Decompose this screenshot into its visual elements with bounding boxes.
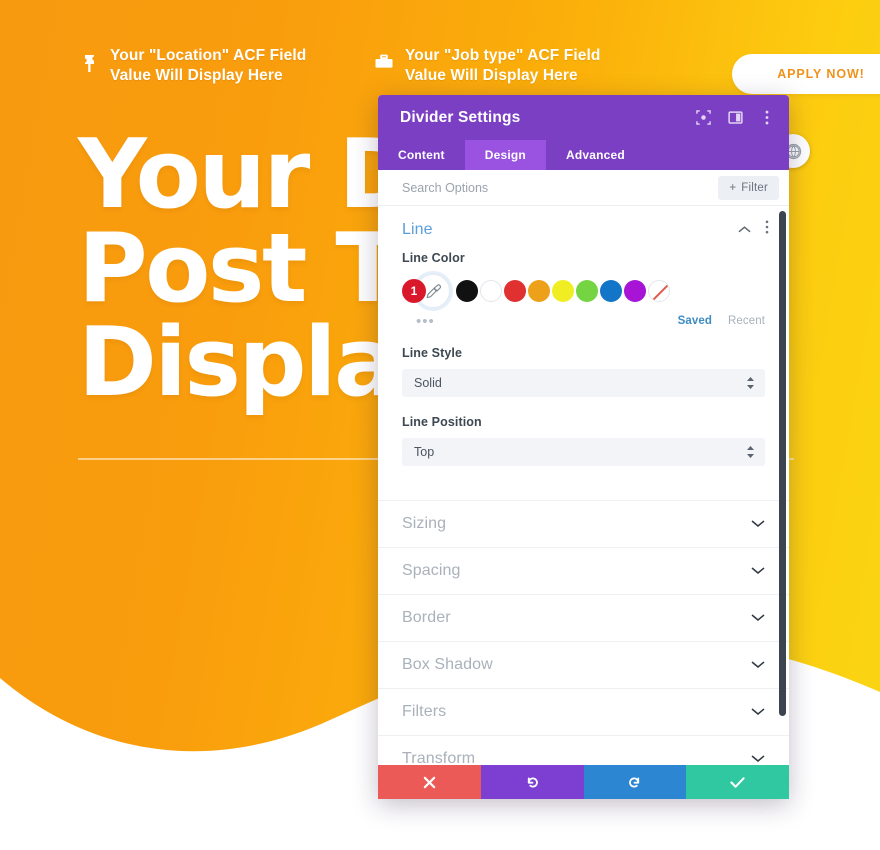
section-row-spacing[interactable]: Spacing <box>378 547 789 594</box>
redo-icon <box>629 776 640 788</box>
modal-header-icons <box>695 110 775 126</box>
chevron-down-icon <box>751 656 765 674</box>
select-arrows-icon <box>746 376 755 390</box>
line-color-label: Line Color <box>402 251 465 265</box>
status-badge: 1 <box>402 279 426 303</box>
swatch-red[interactable] <box>504 280 526 302</box>
section-header-line[interactable]: Line <box>378 206 789 251</box>
close-icon <box>423 776 436 788</box>
color-picker-control: 1 <box>402 274 452 308</box>
section-title-line: Line <box>402 220 433 238</box>
swatch-white[interactable] <box>480 280 502 302</box>
swatch-green[interactable] <box>576 280 598 302</box>
line-style-select[interactable]: Solid <box>402 369 765 397</box>
kebab-menu-icon[interactable] <box>765 220 769 239</box>
chevron-down-icon <box>751 515 765 533</box>
checkmark-icon <box>730 776 745 788</box>
briefcase-icon <box>373 46 395 80</box>
swatch-yellow[interactable] <box>552 280 574 302</box>
hero-meta-row: Your "Location" ACF Field Value Will Dis… <box>78 46 600 86</box>
chevron-up-icon[interactable] <box>738 221 751 239</box>
chevron-down-icon <box>751 609 765 627</box>
filter-button[interactable]: + Filter <box>718 175 779 200</box>
color-sub-row: ••• Saved Recent <box>378 308 789 330</box>
preset-swatches <box>456 280 672 302</box>
divider-settings-modal: Divider Settings Content Design Advanced… <box>378 95 789 799</box>
search-input[interactable] <box>402 180 719 195</box>
modal-action-bar <box>378 765 789 799</box>
section-label-border: Border <box>402 609 451 626</box>
modal-tabs: Content Design Advanced <box>378 140 789 170</box>
undo-button[interactable] <box>480 765 584 799</box>
meta-item-location: Your "Location" ACF Field Value Will Dis… <box>78 46 373 86</box>
field-line-style: Line Style Solid <box>378 346 789 397</box>
section-label-sizing: Sizing <box>402 515 447 532</box>
meta-label-location: Your "Location" ACF Field Value Will Dis… <box>110 47 307 84</box>
tab-design[interactable]: Design <box>464 140 546 170</box>
tab-saved-colors[interactable]: Saved <box>678 315 712 327</box>
chevron-down-icon <box>751 703 765 721</box>
line-style-label: Line Style <box>402 346 463 360</box>
section-row-border[interactable]: Border <box>378 594 789 641</box>
modal-scrollbar[interactable] <box>779 211 786 716</box>
modal-header: Divider Settings <box>378 95 789 140</box>
redo-button[interactable] <box>583 765 687 799</box>
more-colors-icon[interactable]: ••• <box>416 314 662 329</box>
undo-icon <box>527 776 538 788</box>
section-label-spacing: Spacing <box>402 562 461 579</box>
line-position-label: Line Position <box>402 415 482 429</box>
chevron-down-icon <box>751 750 765 765</box>
select-arrows-icon <box>746 445 755 459</box>
swatch-purple[interactable] <box>624 280 646 302</box>
filter-label: Filter <box>741 181 768 194</box>
swatch-orange[interactable] <box>528 280 550 302</box>
section-row-box-shadow[interactable]: Box Shadow <box>378 641 789 688</box>
section-row-filters[interactable]: Filters <box>378 688 789 735</box>
color-swatch-row: 1 <box>402 274 765 308</box>
section-label-transform: Transform <box>402 750 476 765</box>
tab-advanced[interactable]: Advanced <box>546 140 645 170</box>
swatch-none[interactable] <box>648 280 670 302</box>
screen: Your "Location" ACF Field Value Will Dis… <box>0 0 880 850</box>
plus-icon: + <box>729 181 737 194</box>
modal-body: Line Line Color 1 ••• Saved Recent Line … <box>378 206 789 765</box>
field-line-color: Line Color 1 <box>378 251 789 308</box>
section-tools <box>738 220 769 239</box>
tab-recent-colors[interactable]: Recent <box>728 315 765 327</box>
kebab-menu-icon[interactable] <box>759 110 775 126</box>
swatch-blue[interactable] <box>600 280 622 302</box>
apply-now-label: APPLY NOW! <box>777 67 865 81</box>
panel-layout-icon[interactable] <box>727 110 743 126</box>
map-pin-icon <box>78 46 100 80</box>
meta-item-jobtype: Your "Job type" ACF Field Value Will Dis… <box>373 46 600 86</box>
save-button[interactable] <box>686 765 789 799</box>
section-row-sizing[interactable]: Sizing <box>378 500 789 547</box>
section-row-transform[interactable]: Transform <box>378 735 789 765</box>
cancel-button[interactable] <box>378 765 481 799</box>
swatch-black[interactable] <box>456 280 478 302</box>
line-style-value: Solid <box>414 376 442 390</box>
section-label-filters: Filters <box>402 703 447 720</box>
modal-title: Divider Settings <box>400 108 521 126</box>
apply-now-button[interactable]: APPLY NOW! <box>732 54 880 94</box>
tab-content[interactable]: Content <box>378 140 465 170</box>
line-position-select[interactable]: Top <box>402 438 765 466</box>
line-position-value: Top <box>414 445 435 459</box>
search-bar: + Filter <box>378 170 789 206</box>
chevron-down-icon <box>751 562 765 580</box>
target-icon[interactable] <box>695 110 711 126</box>
meta-label-jobtype: Your "Job type" ACF Field Value Will Dis… <box>405 47 601 84</box>
section-label-box-shadow: Box Shadow <box>402 656 493 673</box>
field-line-position: Line Position Top <box>378 415 789 466</box>
